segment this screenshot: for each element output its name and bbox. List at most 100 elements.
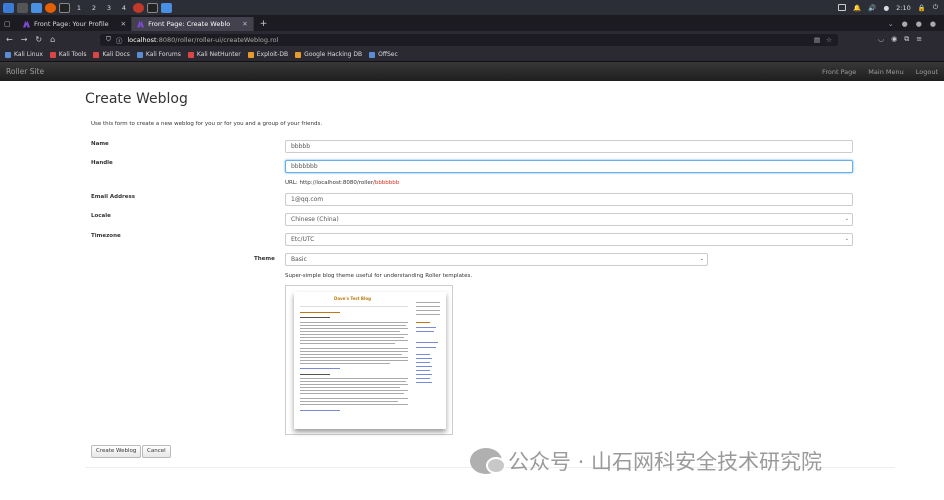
close-window-icon[interactable]: ● — [930, 20, 936, 28]
tab-label: Front Page: Create Weblo — [148, 20, 231, 28]
theme-description: Super-simple blog theme useful for under… — [285, 273, 473, 279]
nav-logout[interactable]: Logout — [916, 68, 938, 76]
locale-select[interactable]: Chinese (China) ⌄ — [285, 213, 853, 226]
roller-favicon-icon — [23, 20, 30, 28]
kali-menu-icon[interactable] — [3, 2, 14, 13]
locale-label: Locale — [91, 213, 111, 219]
email-label: Email Address — [91, 194, 136, 200]
volume-icon[interactable]: 🔊 — [868, 4, 876, 12]
terminal-icon[interactable] — [59, 2, 70, 13]
extensions-icon[interactable]: ⧉ — [904, 35, 909, 44]
page-info-icon[interactable]: ⓘ — [116, 35, 123, 45]
bookmark-kali-linux[interactable]: Kali Linux — [5, 51, 43, 58]
notification-icon[interactable]: 🔔 — [853, 4, 861, 12]
ghdb-icon — [295, 51, 302, 58]
email-input[interactable]: 1@qq.com — [285, 193, 853, 206]
nav-front-page[interactable]: Front Page — [822, 68, 856, 76]
menu-icon[interactable]: ≡ — [916, 35, 922, 44]
workspace-2[interactable]: 2 — [88, 2, 100, 14]
roller-navbar: Roller Site Front Page Main Menu Logout — [0, 62, 944, 81]
workspace-4[interactable]: 4 — [118, 2, 130, 14]
workspace-1[interactable]: 1 — [73, 2, 85, 14]
navigation-toolbar: ← → ↻ ⌂ ⛉ ⓘ localhost:8080/roller/roller… — [0, 31, 944, 48]
page-content: Create Weblog Use this form to create a … — [0, 81, 944, 500]
home-icon[interactable]: ⌂ — [50, 35, 55, 44]
tab-overflow-icon[interactable]: ⌄ — [888, 20, 894, 28]
files-icon[interactable] — [31, 2, 42, 13]
bookmark-exploit-db[interactable]: Exploit-DB — [247, 51, 288, 58]
bookmark-offsec[interactable]: OffSec — [369, 51, 398, 58]
maximize-icon[interactable]: ● — [916, 20, 922, 28]
power-icon[interactable]: ⏻ — [933, 3, 938, 12]
exploit-db-icon — [247, 51, 254, 58]
bookmark-kali-nethunter[interactable]: Kali NetHunter — [187, 51, 241, 58]
tab-list-icon[interactable]: ▢ — [0, 17, 18, 31]
desktop-icon[interactable] — [17, 2, 28, 13]
firefox-icon[interactable] — [45, 2, 56, 13]
url-host: localhost — [127, 35, 157, 44]
url-path: :8080/roller/roller-ui/createWeblog.rol — [156, 35, 279, 44]
account-icon[interactable]: ◉ — [891, 35, 897, 44]
address-bar[interactable]: ⛉ ⓘ localhost:8080/roller/roller-ui/crea… — [100, 33, 838, 46]
terminal-window-icon[interactable] — [147, 2, 158, 13]
folder-window-icon[interactable] — [161, 2, 172, 13]
back-icon[interactable]: ← — [6, 35, 13, 44]
kali-docs-icon — [93, 51, 100, 58]
tab-your-profile[interactable]: Front Page: Your Profile ✕ — [18, 17, 133, 31]
pocket-icon[interactable]: ◡ — [878, 35, 884, 44]
handle-label: Handle — [91, 160, 113, 166]
url-handle-highlight: bbbbbbb — [374, 180, 400, 186]
theme-label: Theme — [254, 256, 275, 262]
minimize-icon[interactable]: ● — [902, 20, 908, 28]
site-brand[interactable]: Roller Site — [0, 67, 44, 76]
workspace-3[interactable]: 3 — [103, 2, 115, 14]
theme-preview: Dave's Test Blog — [285, 285, 453, 435]
lock-icon[interactable]: 🔒 — [918, 4, 926, 12]
shield-icon[interactable]: ⛉ — [106, 35, 111, 44]
burp-icon[interactable] — [133, 2, 144, 13]
name-label: Name — [91, 141, 109, 147]
handle-input[interactable]: bbbbbbb — [285, 160, 853, 173]
nav-main-menu[interactable]: Main Menu — [868, 68, 903, 76]
cancel-button[interactable]: Cancel — [142, 445, 171, 458]
roller-favicon-icon — [137, 20, 145, 28]
create-weblog-button[interactable]: Create Weblog — [91, 445, 142, 458]
close-tab-icon[interactable]: ✕ — [242, 20, 247, 28]
chevron-down-icon: ⌄ — [699, 256, 704, 262]
tab-label: Front Page: Your Profile — [34, 20, 109, 28]
offsec-icon — [369, 51, 376, 58]
tab-create-weblog[interactable]: Front Page: Create Weblo ✕ — [132, 17, 254, 31]
page-title: Create Weblog — [85, 91, 188, 107]
bookmark-google-hacking-db[interactable]: Google Hacking DB — [295, 51, 362, 58]
clock: 2:10 — [896, 3, 911, 12]
weblog-url-preview: URL: http://localhost:8080/roller/bbbbbb… — [285, 180, 400, 186]
reload-icon[interactable]: ↻ — [35, 35, 42, 44]
name-input[interactable]: bbbbb — [285, 140, 853, 153]
kali-tools-icon — [49, 51, 56, 58]
timezone-label: Timezone — [91, 233, 121, 239]
forward-icon[interactable]: → — [21, 35, 28, 44]
os-taskbar: 1 2 3 4 🔔 🔊 ● 2:10 🔒 ⏻ — [0, 0, 944, 15]
bookmark-star-icon[interactable]: ☆ — [826, 36, 832, 44]
watermark: 公众号 · 山石网科安全技术研究院 — [470, 446, 822, 476]
browser-tab-bar: ▢ Front Page: Your Profile ✕ Front Page:… — [0, 15, 944, 31]
bookmark-kali-tools[interactable]: Kali Tools — [49, 51, 86, 58]
chevron-down-icon: ⌄ — [844, 236, 849, 242]
new-tab-button[interactable]: + — [254, 17, 274, 31]
bookmarks-bar: Kali Linux Kali Tools Kali Docs Kali For… — [0, 48, 944, 62]
kali-icon — [5, 51, 11, 58]
close-tab-icon[interactable]: ✕ — [121, 20, 126, 28]
display-icon[interactable] — [838, 4, 847, 11]
nethunter-icon — [187, 51, 194, 58]
theme-select[interactable]: Basic ⌄ — [285, 253, 708, 266]
wechat-icon — [470, 448, 506, 474]
reader-view-icon[interactable]: ▤ — [814, 36, 820, 44]
theme-preview-image: Dave's Test Blog — [294, 292, 446, 429]
chevron-down-icon: ⌄ — [844, 216, 849, 222]
kali-forums-icon — [136, 51, 143, 58]
power-status-icon[interactable]: ● — [883, 4, 889, 12]
bookmark-kali-docs[interactable]: Kali Docs — [93, 51, 130, 58]
preview-blog-title: Dave's Test Blog — [334, 296, 371, 301]
bookmark-kali-forums[interactable]: Kali Forums — [136, 51, 181, 58]
timezone-select[interactable]: Etc/UTC ⌄ — [285, 233, 853, 246]
